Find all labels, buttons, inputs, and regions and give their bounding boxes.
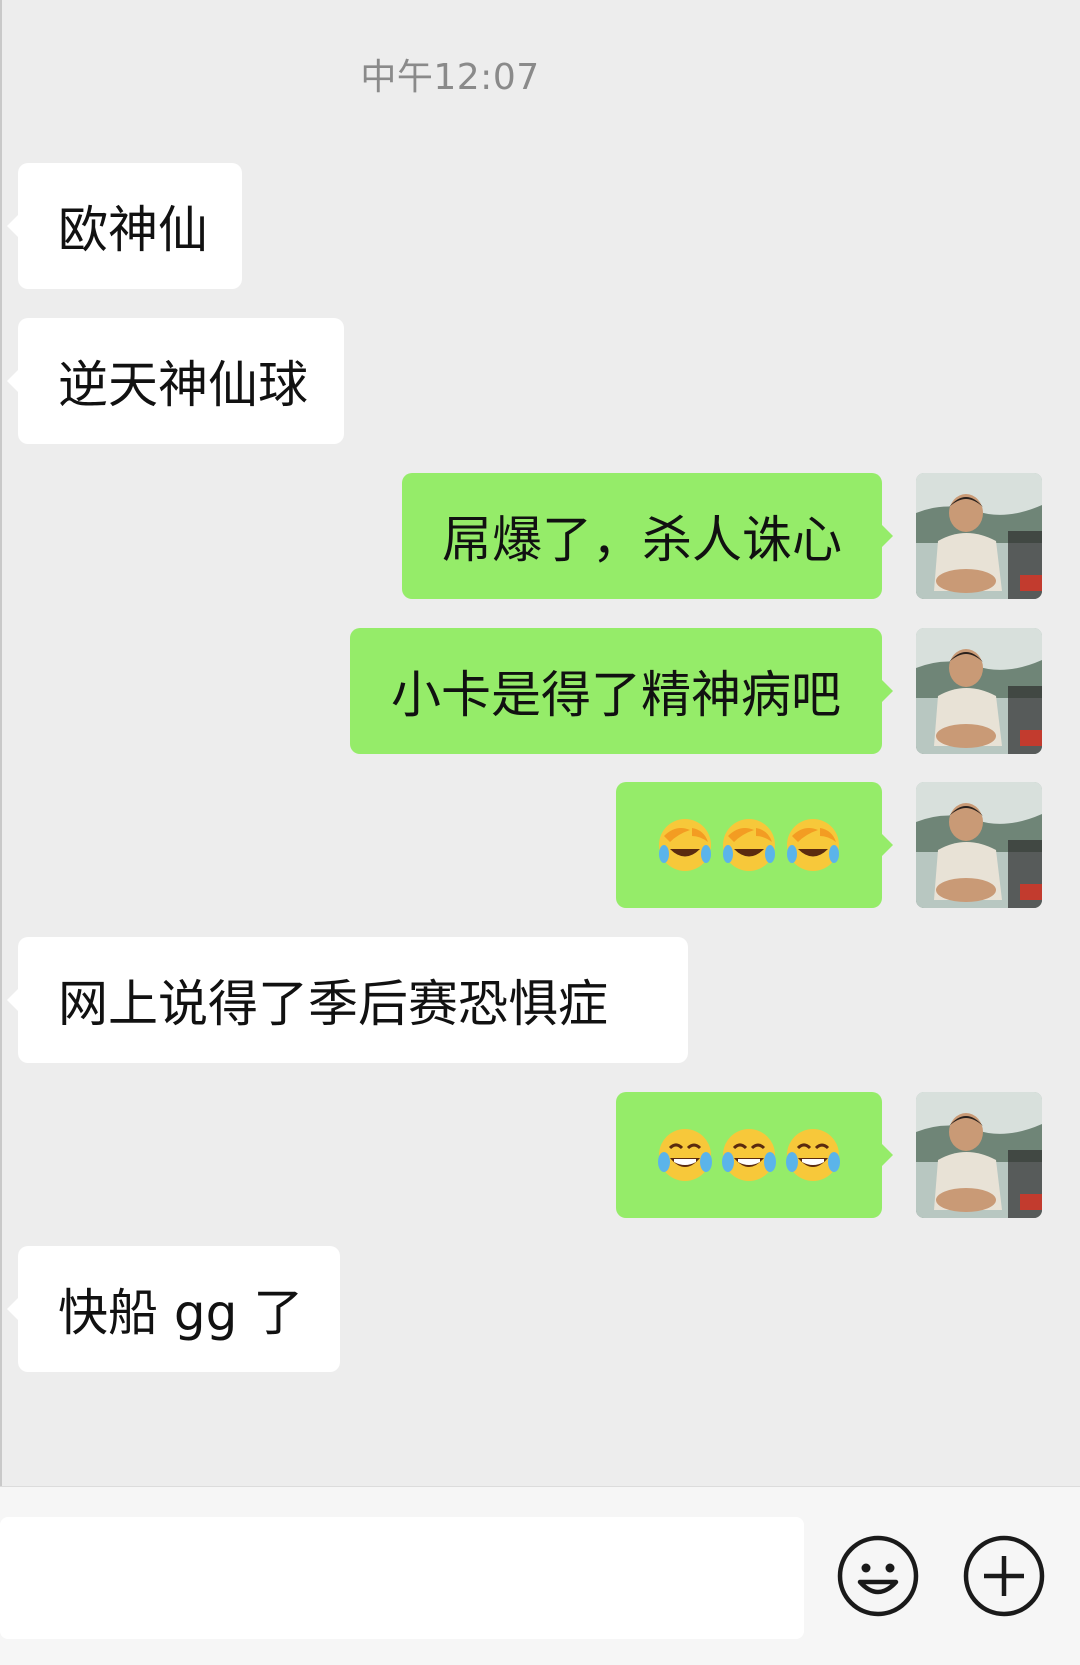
message-timestamp: 中午12:07 [360, 57, 540, 98]
tears-of-joy-emoji [786, 1129, 840, 1181]
outgoing-message-bubble[interactable] [616, 1092, 893, 1218]
message-text: 逆天神仙球 [58, 356, 308, 414]
emoji-row [656, 816, 842, 874]
outgoing-message-bubble[interactable] [616, 782, 893, 908]
message-text: 小卡是得了精神病吧 [391, 666, 841, 724]
incoming-message-bubble[interactable]: 逆天神仙球 [7, 318, 344, 444]
message-input[interactable] [0, 1517, 804, 1639]
incoming-message-bubble[interactable]: 网上说得了季后赛恐惧症 [7, 937, 688, 1063]
user-avatar[interactable] [916, 1092, 1042, 1218]
tears-of-joy-emoji [722, 1129, 776, 1181]
avatar-photo [916, 1092, 1042, 1218]
message-text: 快船 gg 了 [58, 1284, 304, 1342]
face-palm-laugh-emoji [659, 819, 711, 871]
user-avatar[interactable] [916, 473, 1042, 599]
outgoing-message-bubble[interactable]: 屌爆了，杀人诛心 [402, 473, 893, 599]
message-text: 网上说得了季后赛恐惧症 [58, 975, 608, 1033]
incoming-message-bubble[interactable]: 快船 gg 了 [7, 1246, 340, 1372]
user-avatar[interactable] [916, 628, 1042, 754]
outgoing-message-bubble[interactable]: 小卡是得了精神病吧 [350, 628, 893, 754]
message-text: 屌爆了，杀人诛心 [442, 511, 842, 569]
emoji-row [656, 1126, 842, 1184]
avatar-photo [916, 628, 1042, 754]
smiley-icon[interactable] [836, 1534, 920, 1618]
plus-icon[interactable] [962, 1534, 1046, 1618]
incoming-message-bubble[interactable]: 欧神仙 [7, 163, 242, 289]
user-avatar[interactable] [916, 782, 1042, 908]
face-palm-laugh-emoji [723, 819, 775, 871]
avatar-photo [916, 782, 1042, 908]
message-text: 欧神仙 [58, 201, 208, 259]
chat-screen: 中午12:07 欧神仙 逆天神仙球 屌爆了，杀人诛心 小卡是得了精神病吧 网上说… [0, 0, 1080, 1665]
avatar-photo [916, 473, 1042, 599]
face-palm-laugh-emoji [787, 819, 839, 871]
tears-of-joy-emoji [658, 1129, 712, 1181]
left-divider [0, 0, 2, 1665]
input-bar [0, 1486, 1080, 1665]
